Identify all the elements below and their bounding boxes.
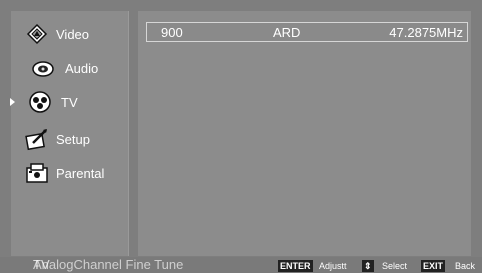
channel-name: ARD <box>273 25 301 40</box>
menu-item-label: Parental <box>56 165 105 181</box>
menu-item-label: TV <box>61 94 78 110</box>
channel-row[interactable]: 900 ARD 47.2875MHz <box>146 22 468 42</box>
menu-item-label: Audio <box>65 60 99 76</box>
status-title: AnalogChannel Fine Tune <box>33 257 184 272</box>
menu-item-label: Setup <box>56 131 90 147</box>
selection-arrow-icon <box>10 98 15 106</box>
enter-key[interactable]: ENTER <box>278 260 313 272</box>
menu-item-video[interactable]: Video <box>11 19 128 49</box>
menu-item-tv[interactable]: TV <box>10 87 128 117</box>
osd-screen: Video Audio TV Setup Parental 900 ARD 47… <box>0 0 482 273</box>
enter-label: Adjustt <box>319 261 347 271</box>
exit-key[interactable]: EXIT <box>421 260 446 272</box>
parental-icon <box>25 161 49 185</box>
main-panel <box>138 11 471 256</box>
channel-frequency: 47.2875MHz <box>389 25 463 40</box>
menu-item-label: Video <box>56 26 90 42</box>
status-title-overlay: TV <box>33 257 50 272</box>
tv-icon <box>28 90 52 114</box>
menu-item-parental[interactable]: Parental <box>11 158 128 188</box>
menu-item-setup[interactable]: Setup <box>11 124 128 154</box>
video-icon <box>25 22 49 46</box>
menu-item-audio[interactable]: Audio <box>11 53 128 83</box>
channel-number: 900 <box>161 25 183 40</box>
audio-icon <box>31 56 55 80</box>
exit-label: Back <box>455 261 476 271</box>
status-bar: AnalogChannel Fine Tune TV ENTER Adjustt… <box>0 257 482 273</box>
menu-sidebar: Video Audio TV Setup Parental <box>10 11 129 256</box>
select-label: Select <box>382 261 408 271</box>
select-key-icon[interactable]: ⇕ <box>362 260 374 272</box>
setup-icon <box>25 127 49 151</box>
